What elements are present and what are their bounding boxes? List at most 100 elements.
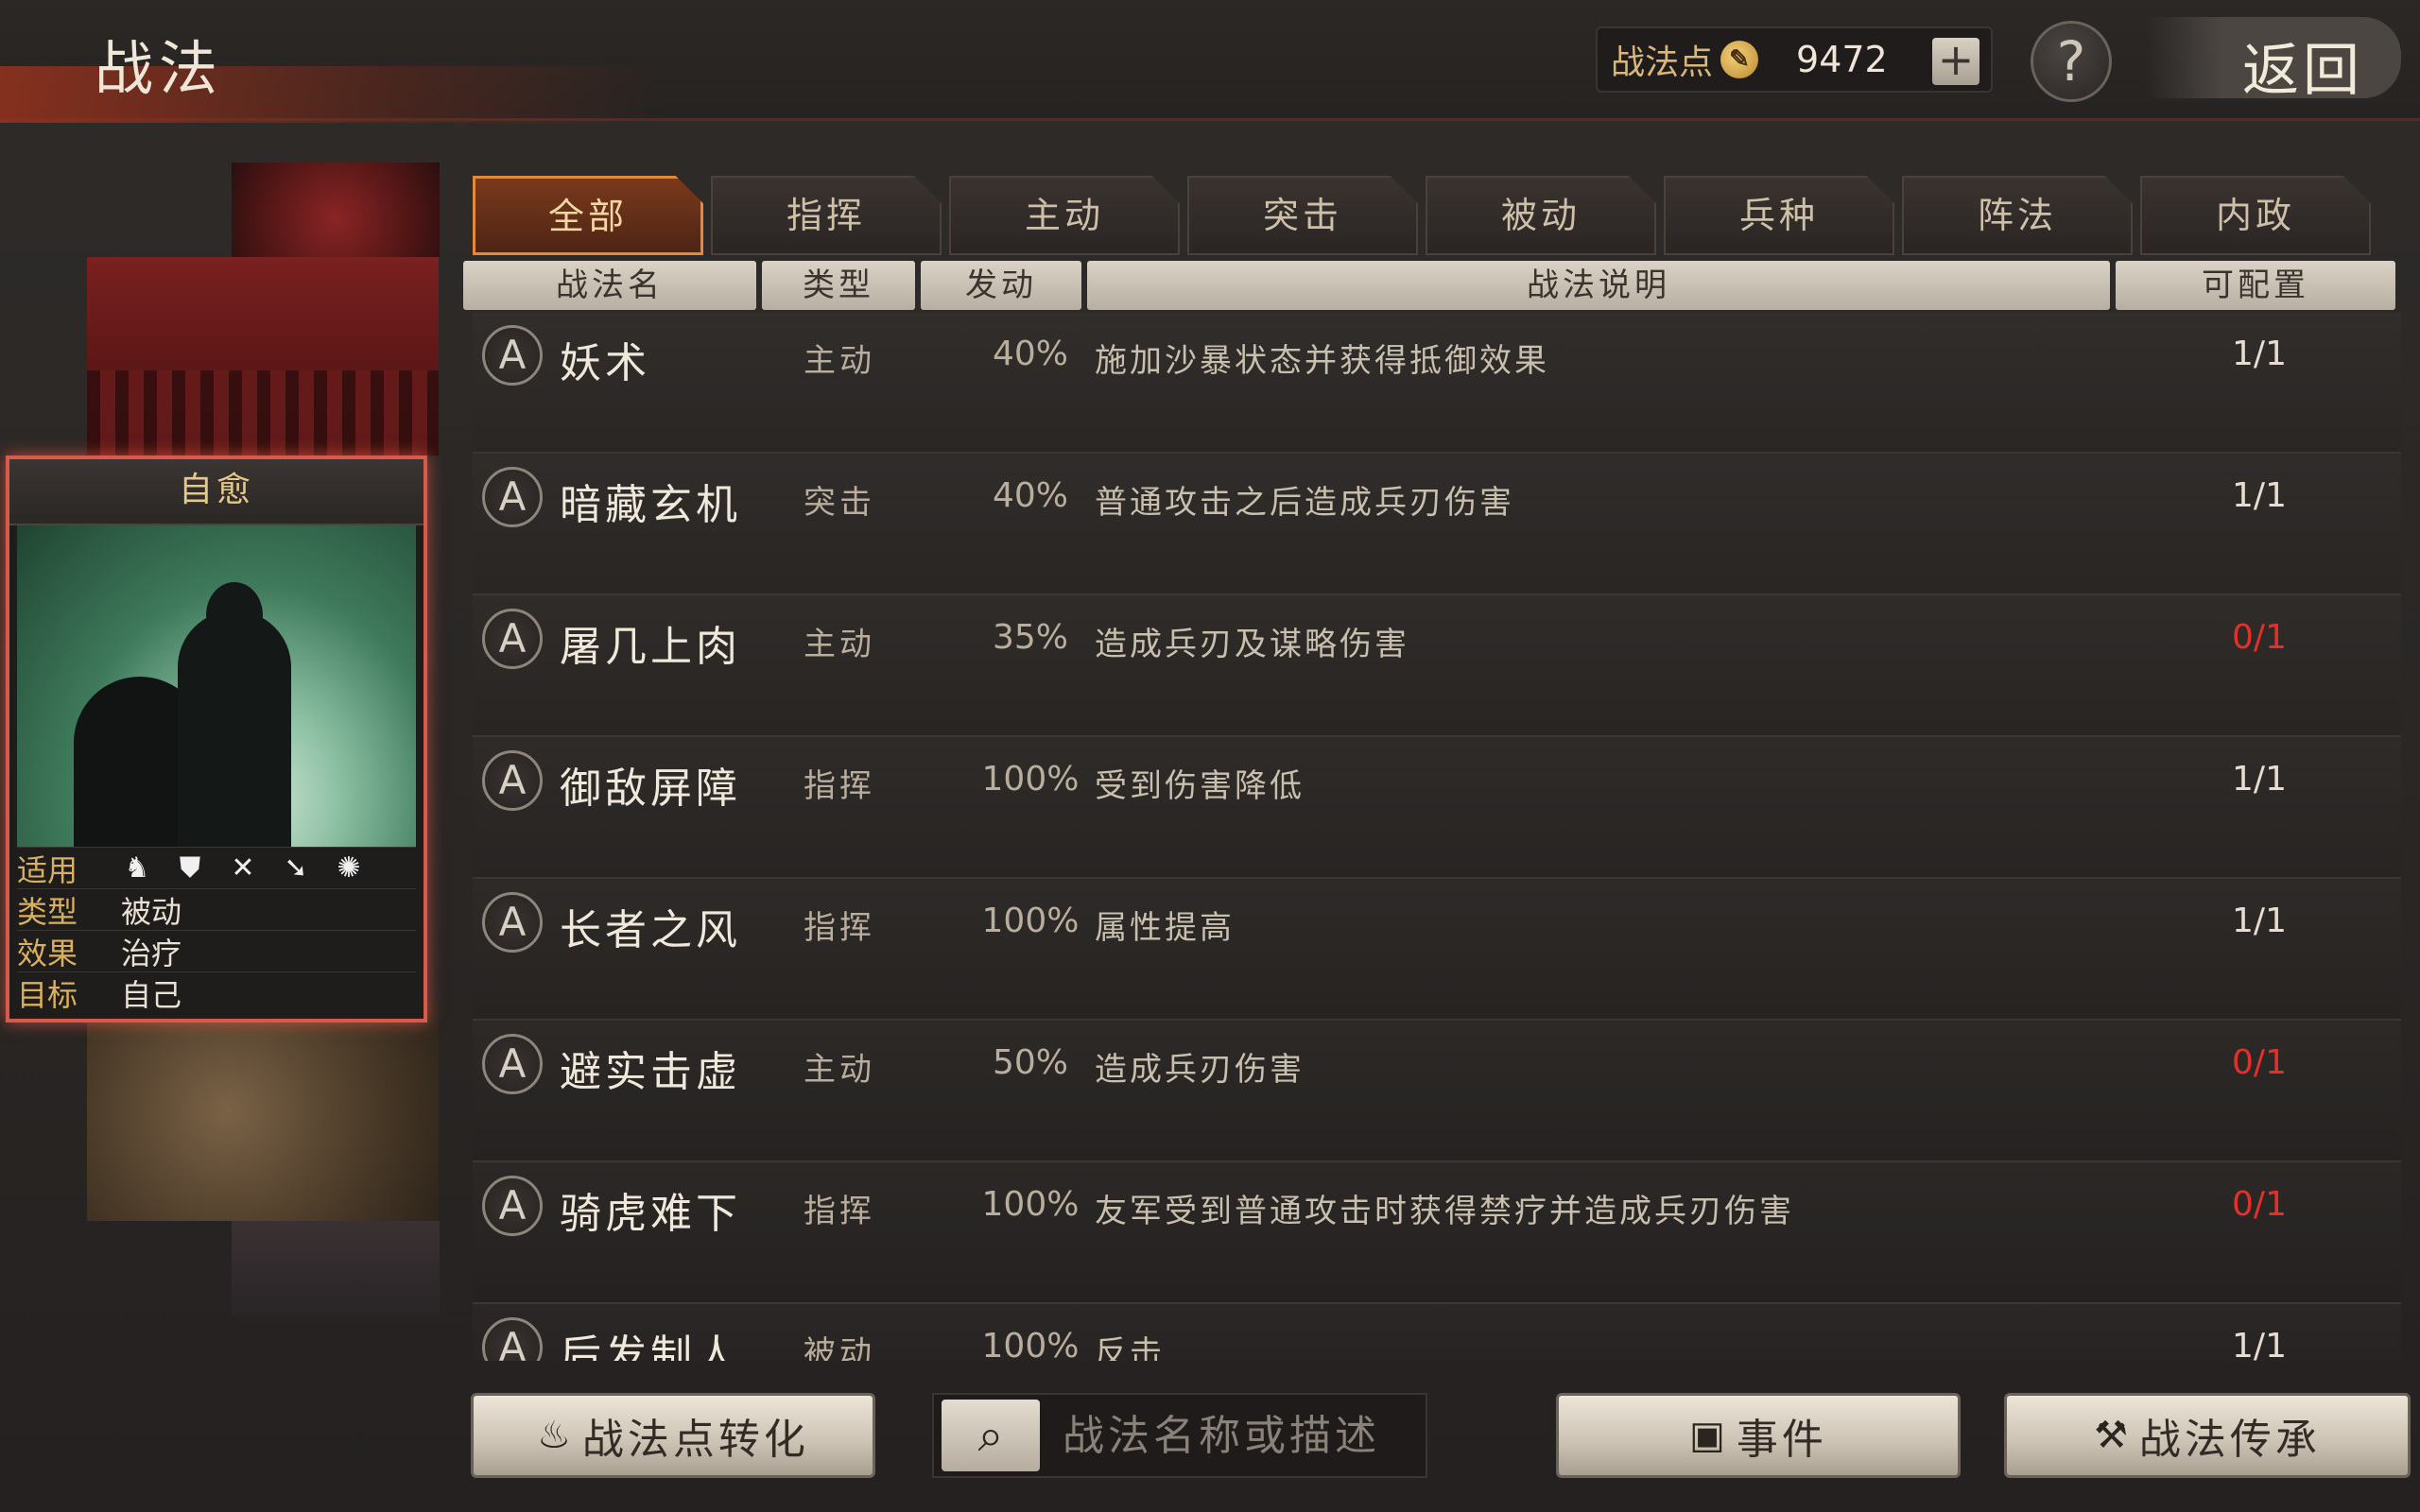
card-thumb-top[interactable] <box>232 163 440 257</box>
tactic-configurable: 1/1 <box>2232 902 2287 940</box>
table-row[interactable]: A 长者之风 指挥 100% 属性提高 1/1 <box>473 879 2401 1021</box>
table-row[interactable]: A 御敌屏障 指挥 100% 受到伤害降低 1/1 <box>473 737 2401 879</box>
tactic-name: 长者之风 <box>560 906 741 954</box>
table-row[interactable]: A 后发制人 被动 100% 反击 1/1 <box>473 1304 2401 1361</box>
card-thumb-brown[interactable] <box>87 1002 439 1221</box>
tactic-configurable: 0/1 <box>2232 1185 2287 1224</box>
tab-assault[interactable]: 突击 <box>1187 176 1418 255</box>
tactic-name: 屠几上肉 <box>560 623 741 671</box>
selected-tactic-card[interactable]: 自愈 适用 ♞ ⛊ ✕ ➘ ✺ 类型 被动 效果 治疗 目标 自己 <box>6 455 427 1022</box>
tab-command[interactable]: 指挥 <box>711 176 942 255</box>
tactic-points-label: 战法点 <box>1611 43 1714 82</box>
cavalry-icon: ♞ <box>124 850 150 885</box>
table-row[interactable]: A 暗藏玄机 突击 40% 普通攻击之后造成兵刃伤害 1/1 <box>473 454 2401 595</box>
tactic-rate: 100% <box>981 760 1080 799</box>
tactic-description: 普通攻击之后造成兵刃伤害 <box>1095 484 1514 522</box>
tab-passive[interactable]: 被动 <box>1426 176 1656 255</box>
selected-card-info: 适用 ♞ ⛊ ✕ ➘ ✺ 类型 被动 效果 治疗 目标 自己 <box>9 847 424 1013</box>
tactic-rate: 100% <box>981 1327 1080 1361</box>
tactic-description: 属性提高 <box>1095 909 1235 947</box>
tactic-configurable: 0/1 <box>2232 618 2287 657</box>
tactic-configurable: 0/1 <box>2232 1043 2287 1082</box>
tactic-point-icon: ✎ <box>1720 41 1759 78</box>
tactic-type: 主动 <box>804 626 875 663</box>
table-row[interactable]: A 骑虎难下 指挥 100% 友军受到普通攻击时获得禁疗并造成兵刃伤害 0/1 <box>473 1162 2401 1304</box>
header-type[interactable]: 类型 <box>762 261 915 310</box>
header-configurable[interactable]: 可配置 <box>2116 261 2395 310</box>
effect-value: 治疗 <box>121 935 182 971</box>
table-row[interactable]: A 避实击虚 主动 50% 造成兵刃伤害 0/1 <box>473 1021 2401 1162</box>
grade-badge: A <box>482 892 543 953</box>
tab-domestic[interactable]: 内政 <box>2140 176 2371 255</box>
flame-icon: ♨ <box>537 1414 575 1457</box>
tactic-list[interactable]: A 妖术 主动 40% 施加沙暴状态并获得抵御效果 1/1 A 暗藏玄机 突击 … <box>473 312 2401 1361</box>
tactic-name: 避实击虚 <box>560 1048 741 1096</box>
grade-badge: A <box>482 609 543 669</box>
card-thumb-bottom[interactable] <box>232 1221 440 1315</box>
tactic-rate: 35% <box>992 618 1068 657</box>
grade-badge: A <box>482 1317 543 1361</box>
convert-points-button[interactable]: ♨ 战法点转化 <box>471 1393 875 1478</box>
tactic-type: 主动 <box>804 1051 875 1089</box>
search-box: ⌕ <box>932 1393 1427 1478</box>
help-button[interactable]: ? <box>2031 21 2112 102</box>
tactic-description: 造成兵刃伤害 <box>1095 1051 1305 1089</box>
tactic-rate: 100% <box>981 902 1080 940</box>
page-title: 战法 <box>95 34 224 103</box>
table-row[interactable]: A 屠几上肉 主动 35% 造成兵刃及谋略伤害 0/1 <box>473 595 2401 737</box>
header-rate[interactable]: 发动 <box>921 261 1081 310</box>
tab-troop[interactable]: 兵种 <box>1664 176 1894 255</box>
inherit-label: 战法传承 <box>2138 1416 2321 1464</box>
tactic-type: 指挥 <box>804 767 875 805</box>
wheel-icon: ✺ <box>337 850 361 885</box>
card-thumb-red[interactable] <box>87 257 439 455</box>
tactic-name: 妖术 <box>560 339 650 387</box>
category-tabs: 全部 指挥 主动 突击 被动 兵种 阵法 内政 <box>473 176 2371 255</box>
tab-all[interactable]: 全部 <box>473 176 703 255</box>
top-bar: 战法 战法点 ✎ 9472 + ? 返回 <box>0 0 2420 123</box>
add-points-button[interactable]: + <box>1932 38 1979 85</box>
tactic-configurable: 1/1 <box>2232 760 2287 799</box>
spear-icon: ➘ <box>284 850 308 885</box>
tactic-name: 骑虎难下 <box>560 1190 741 1238</box>
header-name[interactable]: 战法名 <box>463 261 756 310</box>
target-label: 目标 <box>17 976 78 1013</box>
tactic-type: 主动 <box>804 342 875 380</box>
tactic-configurable: 1/1 <box>2232 335 2287 373</box>
search-input[interactable] <box>1063 1407 1403 1464</box>
tactic-configurable: 1/1 <box>2232 1327 2287 1361</box>
tactic-type: 被动 <box>804 1334 875 1361</box>
grade-badge: A <box>482 1034 543 1094</box>
tactic-name: 后发制人 <box>560 1332 741 1361</box>
target-row: 目标 自己 <box>17 971 416 1013</box>
silhouette-head <box>206 582 263 648</box>
tactic-description: 友军受到普通攻击时获得禁疗并造成兵刃伤害 <box>1095 1193 1794 1230</box>
search-icon[interactable]: ⌕ <box>942 1400 1040 1471</box>
type-row: 类型 被动 <box>17 888 416 930</box>
type-value: 被动 <box>121 893 182 930</box>
events-button[interactable]: ▣ 事件 <box>1556 1393 1961 1478</box>
back-label: 返回 <box>2242 38 2363 104</box>
inherit-button[interactable]: ⚒ 战法传承 <box>2004 1393 2411 1478</box>
target-value: 自己 <box>121 976 182 1013</box>
tactic-name: 暗藏玄机 <box>560 481 741 529</box>
tactic-description: 造成兵刃及谋略伤害 <box>1095 626 1409 663</box>
tactic-type: 指挥 <box>804 909 875 947</box>
grade-badge: A <box>482 325 543 386</box>
hammer-icon: ⚒ <box>2094 1414 2132 1457</box>
tab-active[interactable]: 主动 <box>949 176 1180 255</box>
tactic-rate: 50% <box>992 1043 1068 1082</box>
table-row[interactable]: A 妖术 主动 40% 施加沙暴状态并获得抵御效果 1/1 <box>473 312 2401 454</box>
unit-type-icons: ♞ ⛊ ✕ ➘ ✺ <box>121 850 365 885</box>
applies-label: 适用 <box>17 851 78 888</box>
selected-card-title: 自愈 <box>9 459 424 525</box>
tab-formation[interactable]: 阵法 <box>1902 176 2133 255</box>
back-button[interactable]: 返回 <box>2146 17 2401 104</box>
tactic-description: 施加沙暴状态并获得抵御效果 <box>1095 342 1549 380</box>
event-icon: ▣ <box>1689 1414 1729 1457</box>
grade-badge: A <box>482 750 543 811</box>
type-label: 类型 <box>17 893 78 930</box>
tactic-points-box: 战法点 ✎ 9472 + <box>1596 26 1993 93</box>
applies-row: 适用 ♞ ⛊ ✕ ➘ ✺ <box>17 847 416 888</box>
selected-card-art <box>17 525 416 847</box>
